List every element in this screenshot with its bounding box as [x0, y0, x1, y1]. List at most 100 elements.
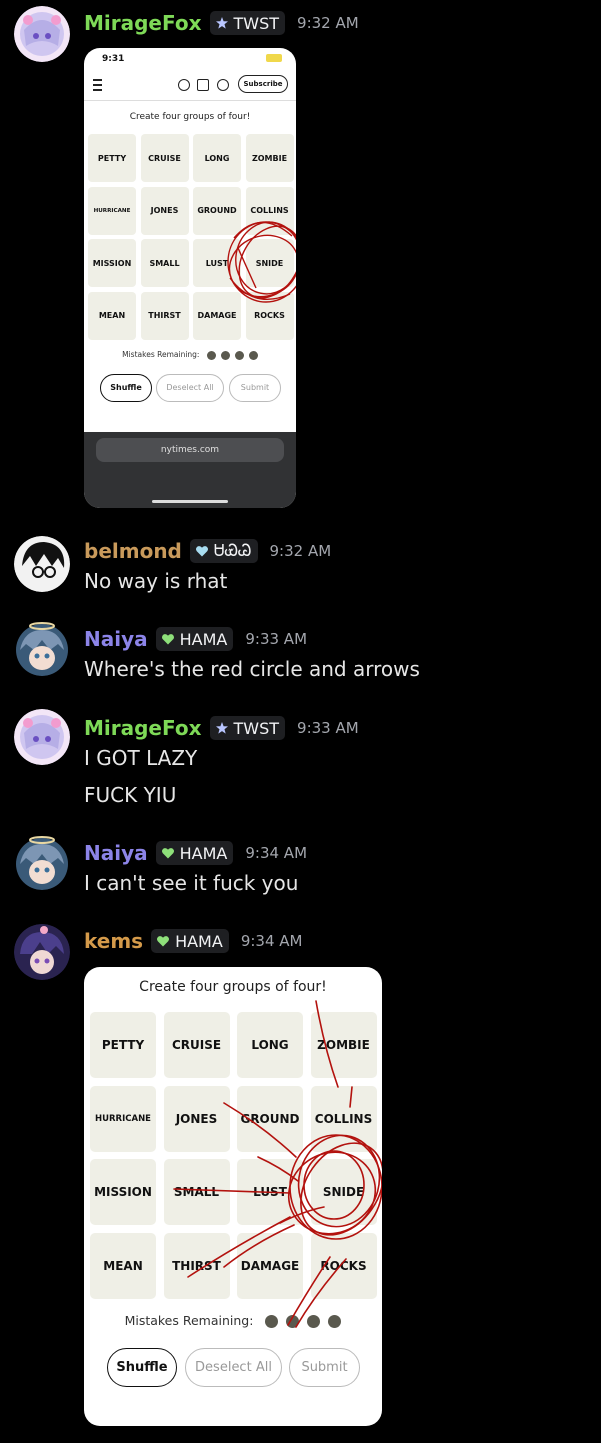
deselect-all-button: Deselect All	[156, 374, 224, 402]
avatar[interactable]	[14, 620, 70, 676]
stats-icon	[197, 79, 209, 91]
mistake-dot	[328, 1315, 342, 1328]
heart-icon	[157, 936, 170, 947]
word-tile: SMALL	[163, 1159, 230, 1225]
role-tag[interactable]: ᏌᏯᏊ	[189, 539, 258, 563]
mistake-dot	[234, 350, 244, 360]
deselect-all-button: Deselect All	[185, 1348, 282, 1387]
word-tile: COLLINS	[245, 186, 294, 235]
word-tile: CRUISE	[163, 1012, 230, 1078]
mistakes-label: Mistakes Remaining:	[122, 350, 200, 359]
word-tile: MEAN	[88, 291, 136, 340]
submit-button: Submit	[289, 1348, 360, 1387]
avatar[interactable]	[14, 6, 70, 62]
timestamp: 9:33 AM	[245, 630, 308, 648]
mistake-dot	[265, 1315, 279, 1328]
word-tile: ZOMBIE	[245, 134, 294, 182]
word-tile: SMALL	[140, 239, 189, 287]
attached-screenshot-2[interactable]: Create four groups of four! PETTY CRUISE L…	[84, 967, 382, 1426]
word-tile: GROUND	[193, 186, 241, 235]
role-tag[interactable]: TWST	[209, 716, 286, 740]
avatar[interactable]	[14, 924, 70, 980]
submit-button: Submit	[229, 374, 281, 402]
avatar[interactable]	[14, 536, 70, 592]
word-tile: LONG	[237, 1012, 303, 1078]
tag-label: HAMA	[175, 931, 223, 951]
mistakes-remaining: Mistakes Remaining:	[84, 1313, 382, 1328]
word-tile: ROCKS	[245, 291, 294, 340]
shuffle-button: Shuffle	[100, 374, 152, 402]
message-text: I can't see it fuck you	[84, 871, 299, 895]
game-title: Create four groups of four!	[129, 112, 251, 122]
role-tag[interactable]: HAMA	[151, 929, 229, 953]
word-tile: MISSION	[88, 239, 136, 287]
word-tile: PETTY	[90, 1012, 156, 1078]
app-toolbar: Subscribe	[84, 70, 296, 101]
username[interactable]: MirageFox	[84, 11, 202, 35]
word-tile: CRUISE	[140, 134, 189, 182]
username[interactable]: kems	[84, 929, 143, 953]
word-tile: DAMAGE	[193, 291, 241, 340]
mistake-dot	[248, 350, 258, 360]
message-text: No way is rhat	[84, 569, 228, 593]
message-text: Where's the red circle and arrows	[84, 657, 420, 681]
username[interactable]: Naiya	[84, 627, 148, 651]
browser-bar: nytimes.com	[84, 432, 296, 508]
word-tile: MISSION	[90, 1159, 156, 1225]
word-tile: JONES	[163, 1085, 230, 1152]
star-icon	[215, 722, 228, 734]
word-tile: SNIDE	[245, 239, 294, 287]
timestamp: 9:33 AM	[297, 719, 359, 737]
word-tile: COLLINS	[310, 1085, 377, 1152]
status-bar: 9:31	[84, 48, 296, 70]
role-tag[interactable]: HAMA	[155, 627, 234, 651]
role-tag[interactable]: TWST	[209, 11, 286, 35]
role-tag[interactable]: HAMA	[155, 841, 234, 865]
word-tile: LUST	[237, 1159, 303, 1225]
timestamp: 9:34 AM	[240, 932, 303, 950]
tag-label: HAMA	[179, 843, 228, 863]
word-tile: LUST	[193, 239, 241, 287]
tag-label: HAMA	[179, 629, 228, 649]
word-tile: SNIDE	[310, 1159, 377, 1225]
message-text: FUCK YIU	[84, 783, 177, 807]
word-tile: PETTY	[88, 134, 136, 182]
word-tile: ROCKS	[310, 1232, 377, 1299]
url-bar: nytimes.com	[96, 438, 284, 462]
attached-screenshot[interactable]: 9:31 Subscribe Create four groups of fou…	[84, 48, 296, 508]
mistake-dot	[220, 350, 230, 360]
heart-icon	[161, 634, 174, 645]
username[interactable]: Naiya	[84, 841, 148, 865]
menu-icon	[93, 79, 102, 91]
mistake-dot	[307, 1315, 321, 1328]
game-title: Create four groups of four!	[139, 979, 327, 995]
heart-icon	[161, 848, 174, 859]
tag-label: ᏌᏯᏊ	[213, 541, 252, 560]
mistakes-label: Mistakes Remaining:	[124, 1313, 254, 1328]
word-tile: JONES	[140, 186, 189, 235]
star-icon	[215, 17, 228, 29]
status-time: 9:31	[102, 54, 125, 64]
username[interactable]: MirageFox	[84, 716, 202, 740]
avatar[interactable]	[14, 834, 70, 890]
word-tile: GROUND	[237, 1085, 303, 1152]
tag-label: TWST	[233, 718, 280, 738]
message-text: I GOT LAZY	[84, 746, 198, 770]
battery-icon	[266, 54, 282, 62]
avatar[interactable]	[14, 709, 70, 765]
mistake-dot	[286, 1315, 300, 1328]
word-tile: HURRICANE	[90, 1085, 156, 1152]
shuffle-button: Shuffle	[107, 1348, 177, 1387]
word-tile: THIRST	[163, 1232, 230, 1299]
word-tile: DAMAGE	[237, 1232, 303, 1299]
mistakes-remaining: Mistakes Remaining:	[84, 350, 296, 360]
word-tile: THIRST	[140, 291, 189, 340]
word-tile: MEAN	[90, 1232, 156, 1299]
subscribe-button: Subscribe	[238, 75, 288, 93]
heart-icon	[195, 546, 208, 557]
word-tile: ZOMBIE	[310, 1012, 377, 1078]
mistake-dot	[206, 350, 216, 360]
username[interactable]: belmond	[84, 539, 182, 563]
help-icon	[217, 79, 229, 91]
tag-label: TWST	[233, 13, 280, 33]
